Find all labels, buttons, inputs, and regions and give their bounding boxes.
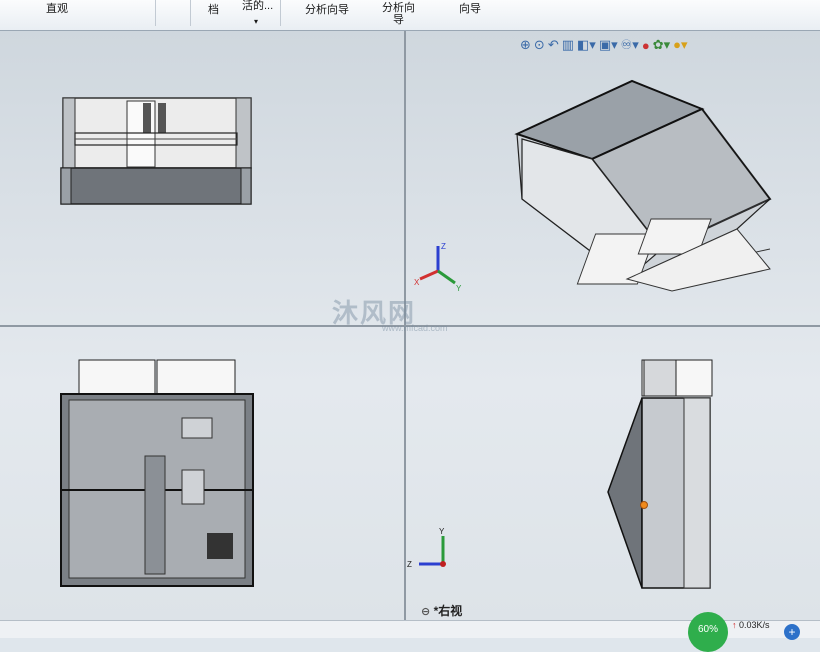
speed-gauge[interactable]: 60% xyxy=(688,612,728,652)
network-speed-widget[interactable]: 60% ↑ 0.03K/s + xyxy=(688,612,808,652)
display-style-icon[interactable]: ▣▾ xyxy=(599,37,618,53)
front-view-model xyxy=(60,97,252,205)
ribbon-separator xyxy=(155,0,156,26)
heads-up-toolbar: ⊕ ⊙ ↶ ▥ ◧▾ ▣▾ ♾▾ ● ✿▾ ●▾ xyxy=(520,35,688,55)
ribbon-item-wizard[interactable]: 向导 xyxy=(459,3,481,15)
triad-z-label: Z xyxy=(407,560,412,569)
ribbon-separator xyxy=(280,0,281,26)
hide-show-icon[interactable]: ♾▾ xyxy=(621,37,639,53)
right-view-model xyxy=(607,359,713,589)
ribbon-item-label: 分析向 xyxy=(382,2,415,14)
scene-icon[interactable]: ✿▾ xyxy=(653,37,670,53)
plus-icon[interactable]: + xyxy=(784,624,800,640)
triad-y-label: Y xyxy=(456,284,462,293)
appearance-icon[interactable]: ● xyxy=(642,38,650,53)
orientation-triad-bottom: Y Z xyxy=(407,527,446,569)
watermark-url: www.mfcad.com xyxy=(382,323,448,333)
top-view-model xyxy=(60,359,254,587)
ribbon-item-live[interactable]: 活的... xyxy=(242,0,273,12)
isometric-view-model xyxy=(514,79,772,292)
command-ribbon: 直观 档 活的... ▾ 分析向导 分析向 导 向导 xyxy=(0,0,820,31)
orientation-triad-top: Z X Y xyxy=(414,242,462,293)
ribbon-item-analysis-wizard-2[interactable]: 分析向 导 xyxy=(382,2,415,26)
ribbon-separator xyxy=(190,0,191,26)
zoom-fit-icon[interactable]: ⊕ xyxy=(520,37,531,53)
render-icon[interactable]: ●▾ xyxy=(673,37,687,53)
dropdown-arrow-icon[interactable]: ▾ xyxy=(254,16,258,28)
link-icon: ⊖ xyxy=(421,606,431,618)
view-name-label: ⊖ *右视 xyxy=(421,602,462,619)
upload-arrow-icon: ↑ xyxy=(732,620,737,630)
ribbon-item-label: 导 xyxy=(393,14,404,26)
ribbon-item-doc[interactable]: 档 xyxy=(208,4,219,16)
triad-z-label: Z xyxy=(441,242,446,251)
upload-rate: ↑ 0.03K/s xyxy=(732,620,770,630)
ribbon-item-analysis-wizard[interactable]: 分析向导 xyxy=(305,4,349,16)
previous-view-icon[interactable]: ↶ xyxy=(548,37,559,53)
section-view-icon[interactable]: ▥ xyxy=(562,37,574,53)
triad-y-label: Y xyxy=(439,527,445,536)
graphics-viewport[interactable]: ⊕ ⊙ ↶ ▥ ◧▾ ▣▾ ♾▾ ● ✿▾ ●▾ Z X Y Y Z 沐风网 w… xyxy=(0,31,820,620)
ribbon-item-straight-view[interactable]: 直观 xyxy=(46,3,68,15)
zoom-area-icon[interactable]: ⊙ xyxy=(534,37,545,53)
view-name-text: *右视 xyxy=(433,604,463,618)
upload-rate-text: 0.03K/s xyxy=(739,620,770,630)
triad-x-label: X xyxy=(414,278,420,287)
view-orientation-icon[interactable]: ◧▾ xyxy=(577,37,596,53)
